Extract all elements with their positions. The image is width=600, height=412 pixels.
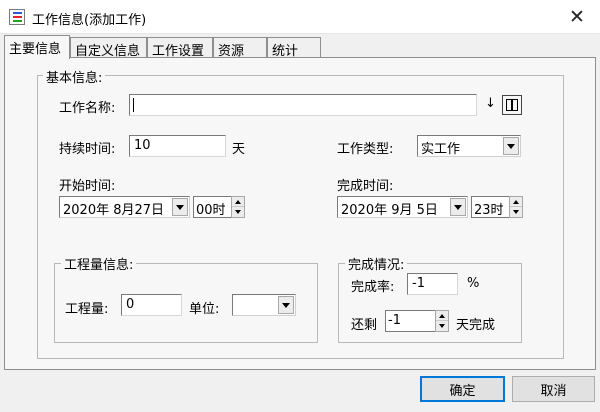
finish-date-picker[interactable]: 2020年 9月 5日 (337, 196, 468, 218)
remaining-days-spinner[interactable]: -1 (385, 310, 451, 332)
unit-label: 单位: (189, 302, 220, 317)
spin-up-icon[interactable] (510, 197, 522, 207)
ok-button[interactable]: 确定 (420, 376, 505, 402)
chevron-down-icon[interactable] (503, 137, 519, 155)
remaining-label: 还剩 (351, 318, 378, 333)
completion-rate-input[interactable]: -1 (407, 273, 458, 295)
columns-icon[interactable] (502, 95, 522, 115)
tab-work-settings[interactable]: 工作设置 (147, 37, 213, 59)
quantity-info-legend: 工程量信息: (61, 254, 137, 273)
completion-legend: 完成情况: (345, 254, 408, 273)
start-date-picker[interactable]: 2020年 8月27日 (59, 196, 190, 218)
work-type-label: 工作类型: (337, 142, 394, 157)
start-hour-value[interactable]: 00时 (193, 196, 231, 218)
tab-main-info[interactable]: 主要信息 (4, 35, 70, 59)
chevron-down-icon[interactable] (450, 198, 466, 216)
remaining-days-spin-buttons[interactable] (435, 310, 449, 332)
completion-rate-unit: % (467, 276, 480, 291)
start-hour-spinner[interactable]: 00时 (193, 196, 245, 218)
spin-down-icon[interactable] (436, 321, 448, 331)
start-hour-spin-buttons[interactable] (231, 196, 245, 218)
unit-select[interactable] (232, 294, 296, 316)
close-button[interactable]: ✕ (554, 0, 600, 33)
duration-unit: 天 (232, 142, 246, 157)
finish-hour-value[interactable]: 23时 (471, 196, 509, 218)
app-list-icon (9, 9, 25, 25)
dialog-footer: 确定 取消 (0, 370, 600, 412)
finish-time-label: 完成时间: (337, 179, 394, 194)
remaining-unit: 天完成 (456, 318, 496, 333)
window-title: 工作信息(添加工作) (32, 13, 147, 28)
finish-hour-spinner[interactable]: 23时 (471, 196, 523, 218)
finish-date-value: 2020年 9月 5日 (341, 203, 438, 218)
spin-down-icon[interactable] (510, 207, 522, 217)
work-name-input[interactable] (129, 94, 477, 116)
work-name-label: 工作名称: (59, 101, 116, 116)
finish-hour-spin-buttons[interactable] (509, 196, 523, 218)
basic-info-legend: 基本信息: (43, 67, 106, 86)
quantity-input[interactable]: 0 (121, 294, 182, 316)
tab-custom-info[interactable]: 自定义信息 (70, 37, 147, 59)
close-icon: ✕ (569, 5, 585, 28)
sort-down-icon[interactable]: ↓ (485, 96, 496, 111)
work-type-select[interactable]: 实工作 (417, 135, 521, 157)
spin-up-icon[interactable] (436, 311, 448, 321)
completion-rate-label: 完成率: (351, 280, 395, 295)
chevron-down-icon[interactable] (172, 198, 188, 216)
spin-up-icon[interactable] (232, 197, 244, 207)
chevron-down-icon[interactable] (278, 296, 294, 314)
tab-strip: 主要信息 自定义信息 工作设置 资源 统计 (0, 35, 600, 59)
title-bar: 工作信息(添加工作) ✕ (0, 0, 600, 34)
start-date-value: 2020年 8月27日 (63, 203, 165, 218)
cancel-button[interactable]: 取消 (512, 376, 595, 402)
tab-resources[interactable]: 资源 (213, 37, 267, 59)
quantity-label: 工程量: (65, 302, 109, 317)
remaining-days-value[interactable]: -1 (385, 310, 435, 332)
spin-down-icon[interactable] (232, 207, 244, 217)
start-time-label: 开始时间: (59, 179, 116, 194)
duration-input[interactable]: 10 (129, 135, 226, 157)
tab-panel-main-info: 基本信息: 工作名称: ↓ 持续时间: 10 天 工作类型: 实工作 开始时间:… (4, 57, 596, 370)
tab-statistics[interactable]: 统计 (267, 37, 321, 59)
work-type-value: 实工作 (421, 142, 461, 157)
duration-label: 持续时间: (59, 142, 116, 157)
